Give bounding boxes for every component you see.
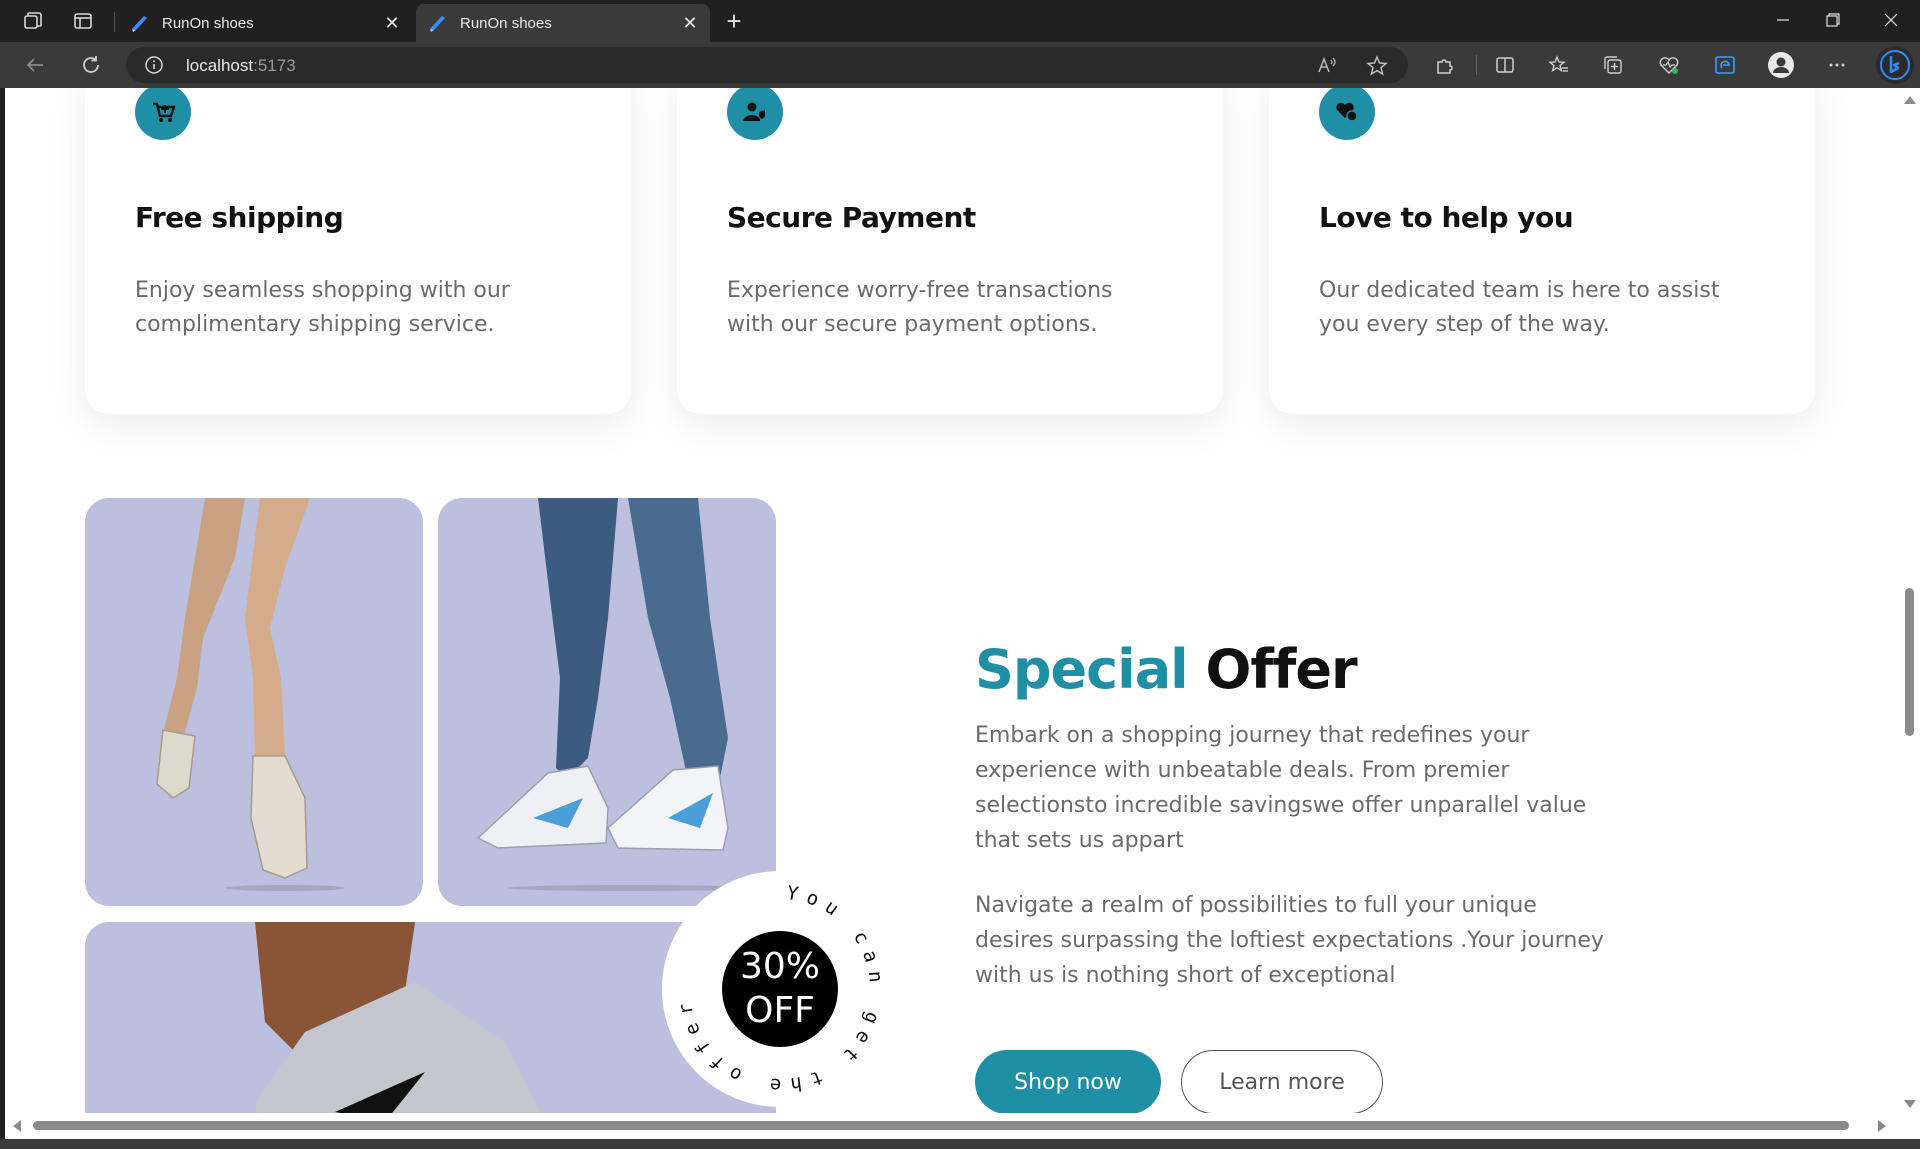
vertical-scrollbar[interactable] [1899,88,1920,1149]
badge-center: 30% OFF [722,931,838,1047]
feature-title: Free shipping [135,201,344,234]
browser-toolbar: localhost:5173 [0,42,1920,88]
cart-icon [135,88,191,140]
toolbar-separator [1476,55,1477,75]
tab-title: RunOn shoes [460,14,552,32]
workspaces-icon[interactable] [20,8,46,34]
favorite-star-icon[interactable] [1366,55,1388,77]
scroll-right-arrow-icon[interactable] [1878,1120,1886,1132]
heading-accent: Special [975,638,1189,701]
tab-strip: RunOn shoes ✕ RunOn shoes ✕ + [0,0,1920,42]
close-window-button[interactable] [1868,6,1914,34]
feature-title: Love to help you [1319,201,1574,234]
horizontal-scrollbar[interactable] [5,1113,1899,1139]
page-viewport: Free shipping Enjoy seamless shopping wi… [5,88,1899,1121]
close-tab-icon[interactable]: ✕ [678,11,702,35]
offer-paragraph-2: Navigate a realm of possibilities to ful… [975,893,1604,988]
copilot-icon[interactable] [1876,46,1914,84]
feature-description: Our dedicated team is here to assist you… [1319,278,1720,337]
collections-icon[interactable] [1598,51,1628,79]
tab-runon-1[interactable]: RunOn shoes ✕ [118,4,412,42]
scroll-left-arrow-icon[interactable] [13,1120,21,1132]
feature-card-secure-payment: Secure Payment Experience worry-free tra… [677,88,1223,414]
restore-button[interactable] [1810,6,1856,34]
refresh-icon[interactable] [76,51,106,79]
learn-more-button[interactable]: Learn more [1181,1050,1383,1114]
feature-card-free-shipping: Free shipping Enjoy seamless shopping wi… [85,88,631,414]
feature-title: Secure Payment [727,201,976,234]
user-shield-icon [727,88,783,140]
browser-essentials-icon[interactable] [1654,51,1684,79]
shoe-favicon-icon [428,13,448,33]
discount-badge: You can get the offer from Nike 30% OFF [662,871,898,1107]
feature-description: Experience worry-free transactions with … [727,278,1113,337]
url-text: localhost:5173 [186,56,296,76]
new-tab-button[interactable]: + [720,8,748,36]
feature-description: Enjoy seamless shopping with our complim… [135,278,510,337]
shoe-favicon-icon [130,13,150,33]
close-tab-icon[interactable]: ✕ [380,11,404,35]
special-offer-heading: Special Offer [975,638,1358,701]
more-options-icon[interactable] [1822,51,1852,79]
url-port: :5173 [253,56,296,75]
split-screen-icon[interactable] [1490,51,1520,79]
tab-separator [114,12,115,32]
photo-legs-white-sneakers [85,498,423,906]
vertical-scroll-thumb[interactable] [1905,588,1914,736]
tab-runon-2[interactable]: RunOn shoes ✕ [416,4,710,42]
heart-hand-icon [1319,88,1375,140]
back-icon[interactable] [20,51,50,79]
address-bar[interactable]: localhost:5173 [126,47,1408,83]
tab-actions-icon[interactable] [70,8,96,34]
shop-now-button[interactable]: Shop now [975,1050,1161,1114]
window-bottom-edge [0,1139,1920,1149]
badge-percent: 30% [739,946,820,987]
profile-avatar-icon[interactable] [1766,51,1796,79]
heading-rest: Offer [1205,638,1357,701]
extensions-icon[interactable] [1430,51,1460,79]
url-host: localhost [186,56,254,75]
tab-title: RunOn shoes [162,14,254,32]
feature-card-love-to-help: Love to help you Our dedicated team is h… [1269,88,1815,414]
edge-sidebar-icon[interactable] [1710,51,1740,79]
horizontal-scroll-thumb[interactable] [33,1121,1849,1130]
read-aloud-icon[interactable] [1316,55,1338,77]
site-info-icon[interactable] [144,55,164,75]
badge-off: OFF [745,990,815,1031]
scroll-up-arrow-icon[interactable] [1904,96,1916,104]
minimize-button[interactable] [1760,6,1806,34]
offer-paragraph-1: Embark on a shopping journey that redefi… [975,723,1587,853]
favorites-icon[interactable] [1544,51,1574,79]
scroll-down-arrow-icon[interactable] [1904,1100,1916,1108]
photo-jeans-blue-sneakers [438,498,776,906]
